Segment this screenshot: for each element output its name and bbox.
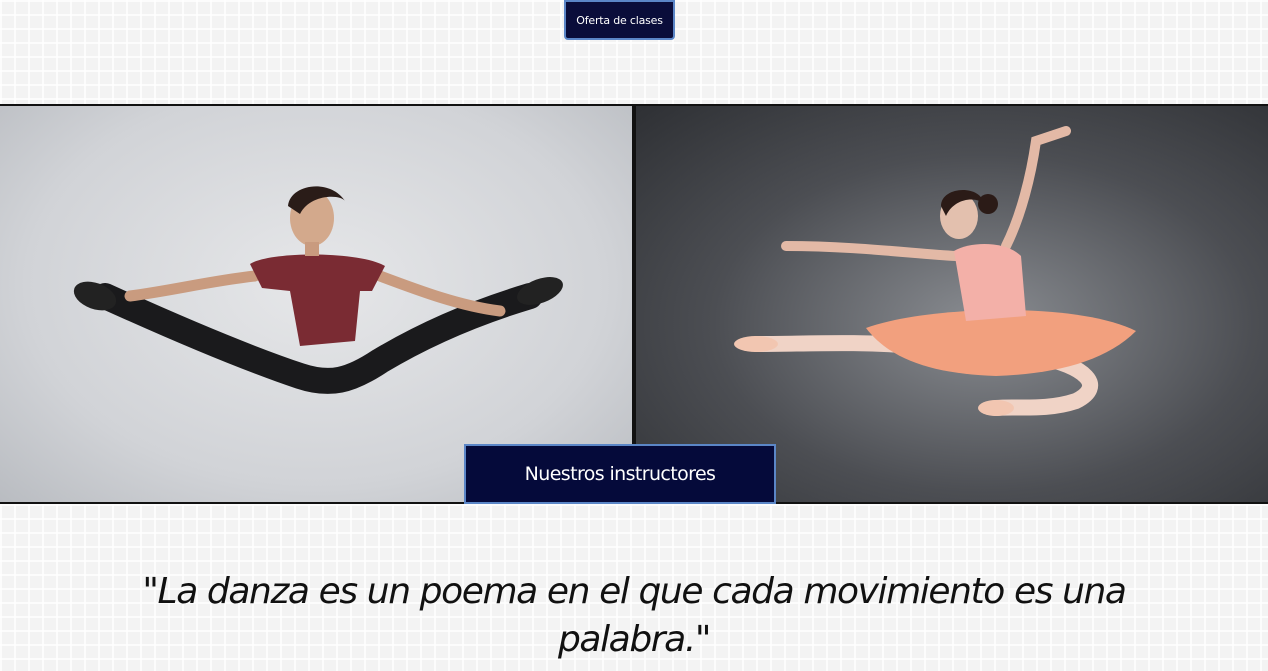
- dance-quote: "La danza es un poema en el que cada mov…: [142, 571, 1127, 660]
- ballerina-photo: [636, 106, 1268, 502]
- male-dancer-illustration: [73, 186, 563, 394]
- ballerina-illustration: [734, 126, 1136, 416]
- offer-classes-button[interactable]: Oferta de clases: [564, 0, 675, 40]
- male-dancer-photo: [0, 106, 632, 502]
- our-instructors-button[interactable]: Nuestros instructores: [464, 444, 776, 504]
